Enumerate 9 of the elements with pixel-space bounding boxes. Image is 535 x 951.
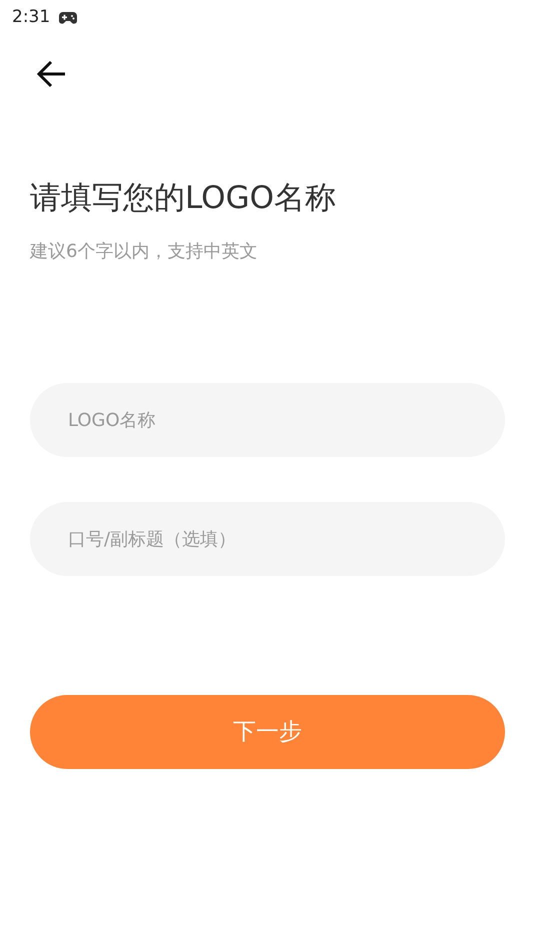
text-field[interactable]: 口号/副标题（选填） (30, 502, 505, 576)
text-field[interactable]: LOGO名称 (30, 383, 505, 457)
back-button[interactable] (36, 58, 68, 90)
gamepad-icon (58, 11, 78, 25)
back-arrow-icon (37, 60, 67, 88)
next-button[interactable]: 下一步 (30, 695, 505, 769)
status-time: 2:31 (12, 6, 50, 30)
page-subtitle: 建议6个字以内，支持中英文 (30, 240, 258, 264)
page-title: 请填写您的LOGO名称 (30, 179, 337, 218)
